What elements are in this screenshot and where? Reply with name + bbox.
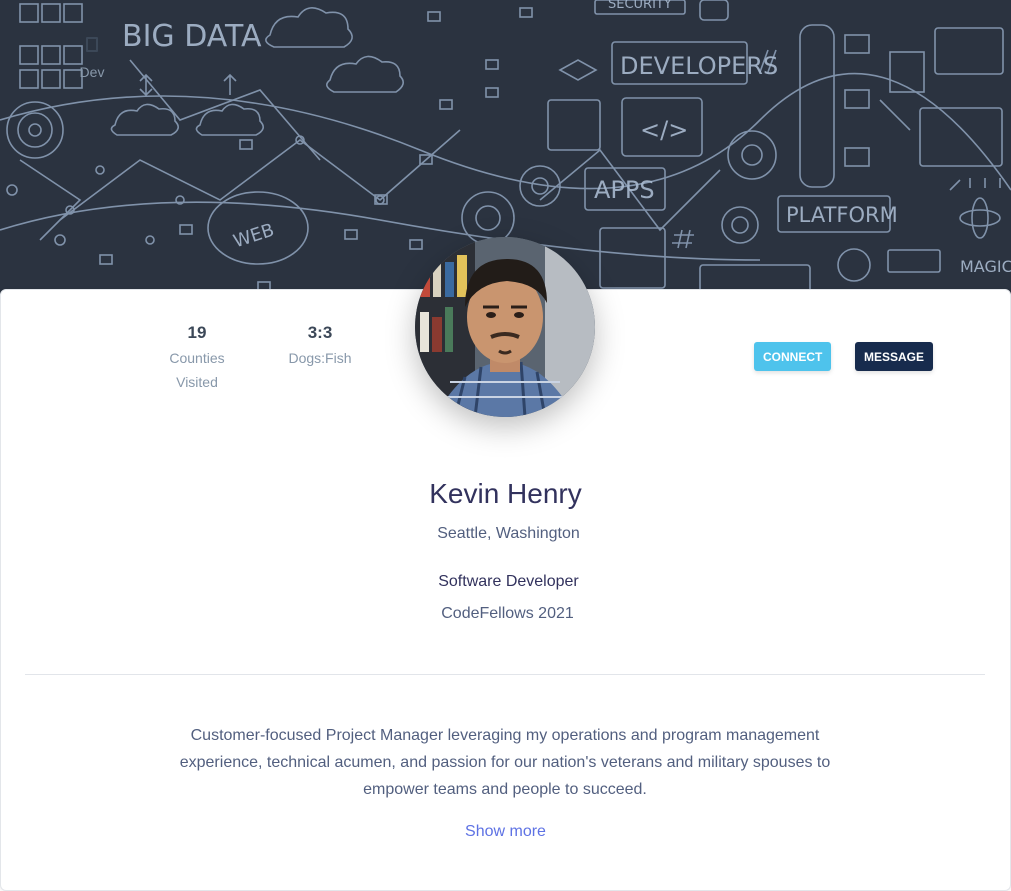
profile-school: CodeFellows 2021 — [441, 605, 574, 622]
stat-label: Dogs:Fish — [288, 350, 352, 366]
message-button[interactable]: MESSAGE — [855, 342, 934, 371]
stat-dev: Dev — [37, 34, 147, 84]
stat-label: Dev — [79, 64, 105, 80]
stat-value: 3:3 — [307, 323, 333, 342]
profile-bio: Customer-focused Project Manager leverag… — [179, 727, 831, 798]
show-more-link[interactable]: Show more — [0, 820, 1011, 844]
connect-button[interactable]: CONNECT — [754, 342, 832, 371]
doodle-word-platform: PLATFORM — [786, 203, 898, 227]
stat-counties: 19 Counties Visited — [142, 323, 252, 394]
code-glyph: </> — [640, 116, 688, 144]
stat-dogs-fish: 3:3 Dogs:Fish — [265, 323, 375, 370]
profile-name: Kevin Henry — [429, 478, 582, 509]
stat-value: 19 — [187, 323, 207, 342]
doodle-word-developers: DEVELOPERS — [620, 52, 778, 80]
profile-job-title: Software Developer — [438, 573, 579, 590]
doodle-word-apps: APPS — [594, 176, 655, 204]
divider — [25, 674, 985, 675]
doodle-word-magic: MAGIC — [960, 257, 1011, 276]
stat-label: Counties Visited — [169, 350, 225, 390]
doodle-word-web: WEB — [231, 220, 277, 253]
device-icon — [86, 37, 98, 52]
doodle-word-security: SECURITY — [608, 0, 672, 12]
profile-location: Seattle, Washington — [437, 525, 580, 542]
avatar — [415, 237, 595, 417]
profile-photo — [415, 237, 595, 417]
